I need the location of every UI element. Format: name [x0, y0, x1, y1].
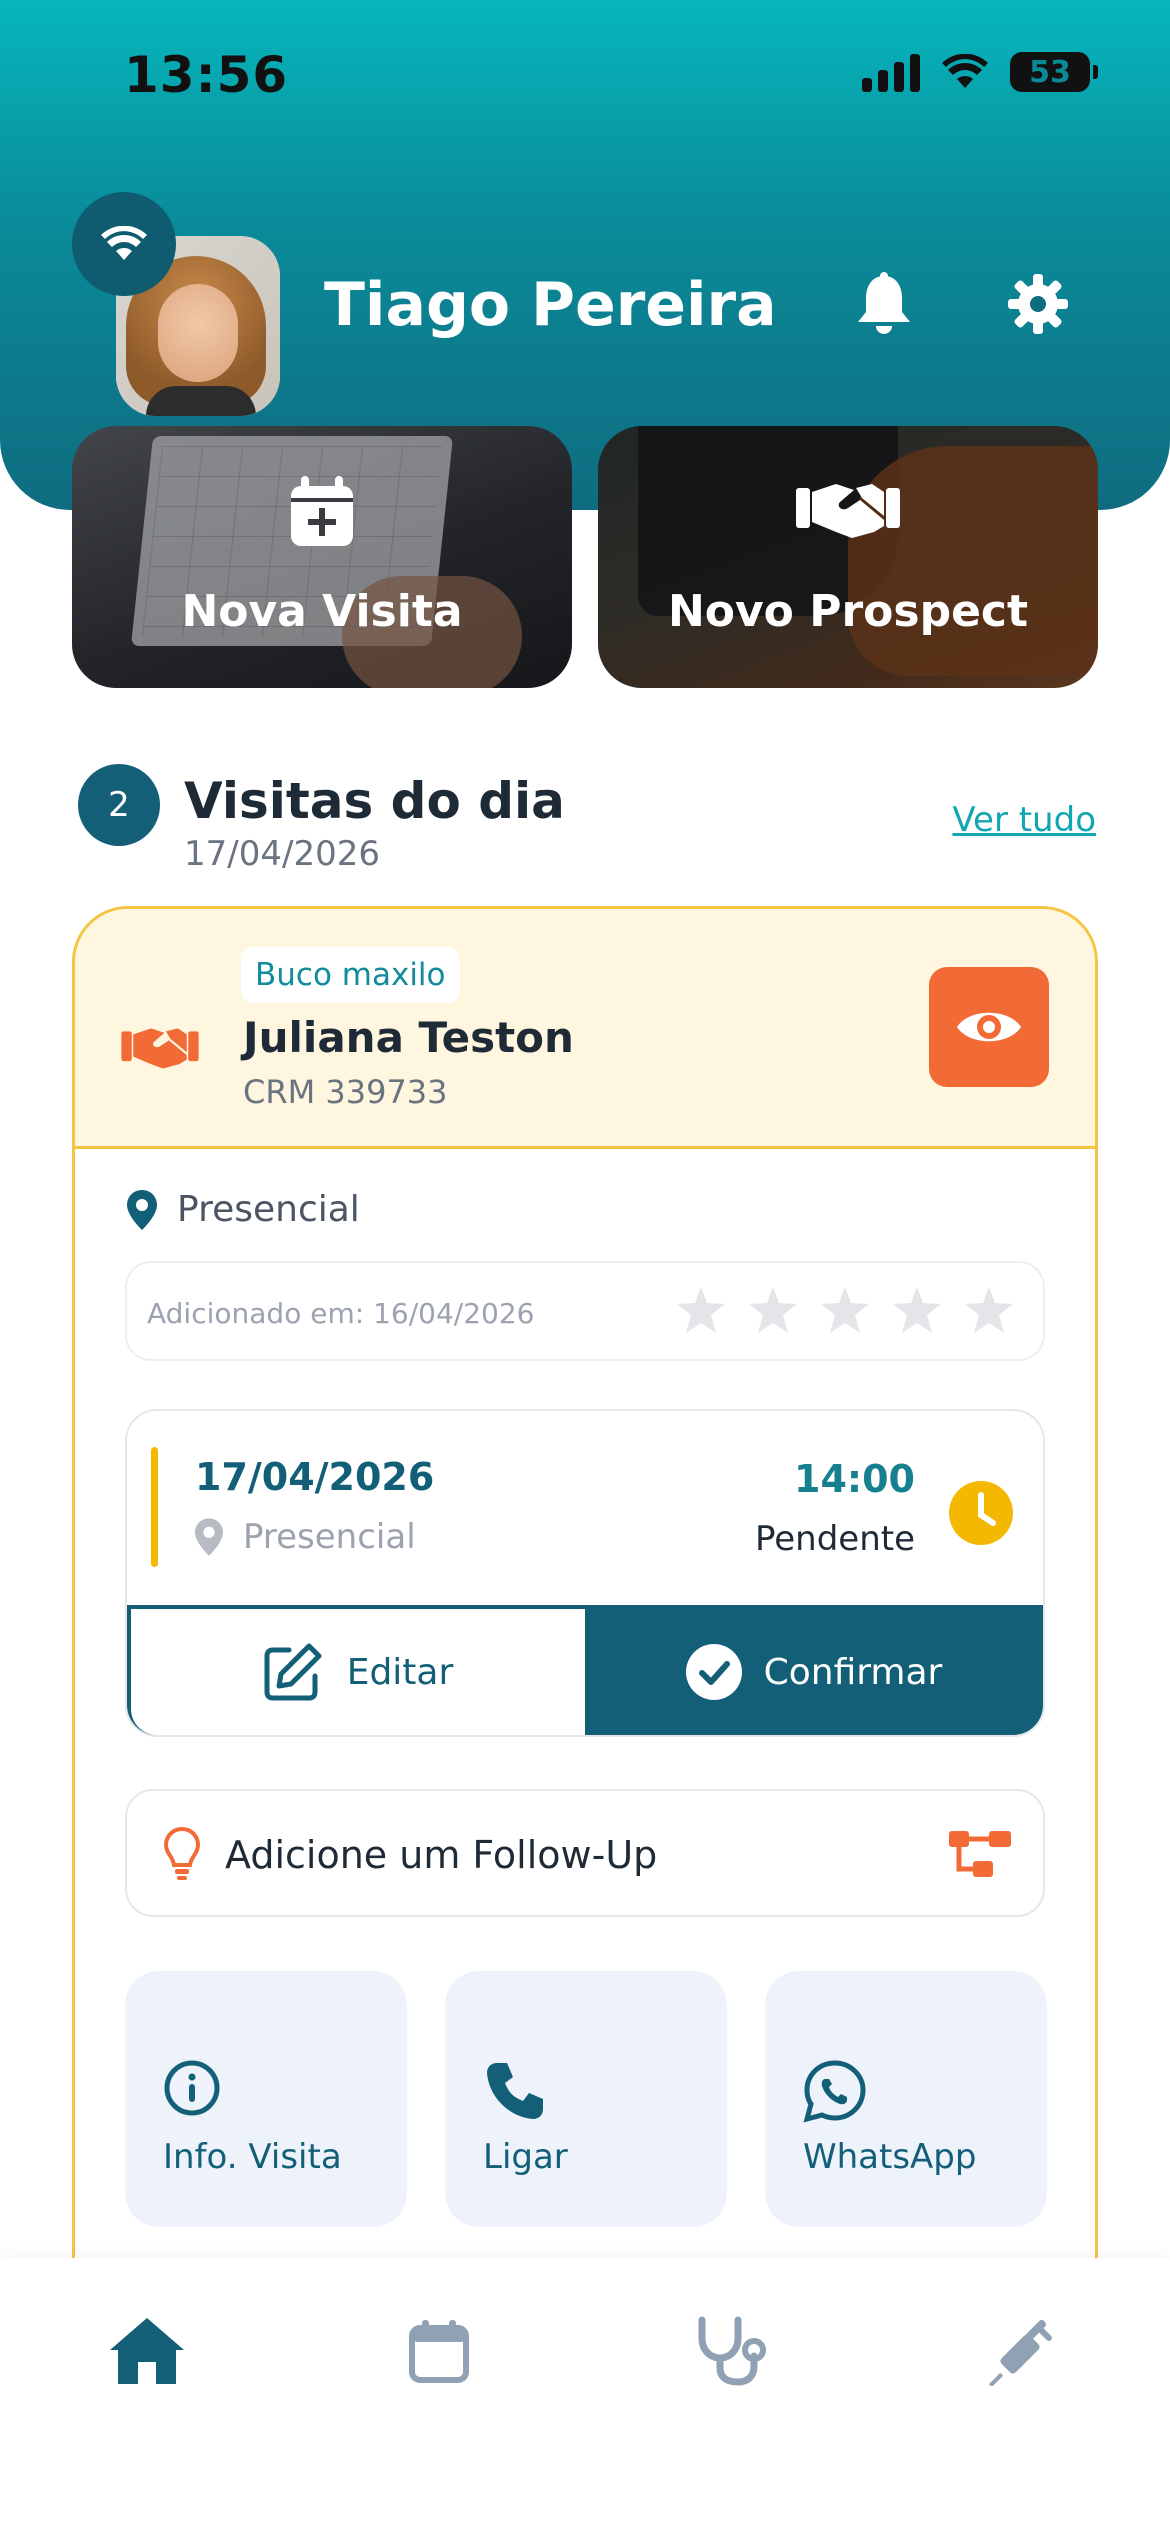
new-prospect-tile[interactable]: Novo Prospect — [598, 426, 1098, 688]
nav-home[interactable] — [102, 2306, 192, 2396]
signal-icon — [862, 52, 920, 92]
nav-products[interactable] — [978, 2306, 1068, 2396]
section-title: Visitas do dia — [184, 772, 565, 830]
rating-stars[interactable] — [675, 1285, 1015, 1335]
appointment-date: 17/04/2026 — [195, 1455, 435, 1499]
appointment-status: Pendente — [754, 1519, 915, 1559]
modality-row: Presencial — [127, 1189, 360, 1230]
call-button[interactable]: Ligar — [445, 1971, 727, 2227]
new-visit-tile[interactable]: Nova Visita — [72, 426, 572, 688]
whatsapp-icon — [803, 2060, 866, 2123]
wifi-icon — [72, 192, 176, 296]
whatsapp-label: WhatsApp — [803, 2137, 977, 2177]
clock-icon — [949, 1481, 1013, 1545]
nav-doctors[interactable] — [686, 2306, 776, 2396]
modality-text: Presencial — [177, 1189, 360, 1230]
appointment-time: 14:00 — [794, 1457, 915, 1501]
section-date: 17/04/2026 — [184, 834, 380, 874]
check-circle-icon — [685, 1644, 742, 1700]
view-details-button[interactable] — [929, 967, 1049, 1087]
info-icon — [164, 2060, 220, 2116]
call-label: Ligar — [483, 2137, 568, 2177]
home-icon — [110, 2318, 184, 2384]
edit-button[interactable]: Editar — [127, 1605, 585, 1735]
visits-count-badge: 2 — [78, 764, 160, 846]
calendar-plus-icon — [291, 476, 353, 546]
stethoscope-icon — [698, 2316, 766, 2386]
new-visit-label: Nova Visita — [181, 586, 463, 637]
appointment-location: Presencial — [195, 1517, 416, 1557]
specialty-chip: Buco maxilo — [241, 947, 460, 1003]
syringe-icon — [988, 2319, 1052, 2386]
bell-icon[interactable] — [854, 272, 914, 336]
add-followup-button[interactable]: Adicione um Follow-Up — [125, 1789, 1045, 1917]
star-icon[interactable] — [747, 1285, 799, 1335]
info-visit-button[interactable]: Info. Visita — [125, 1971, 407, 2227]
appointment-actions: Editar Confirmar — [127, 1605, 1043, 1735]
phone-icon — [487, 2063, 543, 2119]
location-pin-icon — [127, 1189, 157, 1230]
doctor-crm: CRM 339733 — [243, 1073, 448, 1111]
new-prospect-label: Novo Prospect — [667, 586, 1029, 637]
gear-icon[interactable] — [1006, 272, 1070, 336]
appointment-location-text: Presencial — [243, 1517, 416, 1557]
flow-tree-icon — [949, 1831, 1011, 1877]
added-info-box: Adicionado em: 16/04/2026 — [125, 1261, 1045, 1361]
location-pin-icon — [195, 1518, 223, 1556]
status-icons: 53 — [862, 52, 1098, 92]
confirm-label: Confirmar — [763, 1651, 943, 1693]
nav-calendar[interactable] — [394, 2306, 484, 2396]
status-time: 13:56 — [124, 46, 289, 104]
calendar-icon — [409, 2320, 469, 2383]
edit-icon — [264, 1643, 322, 1701]
star-icon[interactable] — [963, 1285, 1015, 1335]
star-icon[interactable] — [891, 1285, 943, 1335]
user-name: Tiago Pereira — [324, 270, 777, 340]
lightbulb-icon — [163, 1826, 201, 1880]
bottom-navigation — [0, 2258, 1170, 2532]
visit-card-header: Buco maxilo Juliana Teston CRM 339733 — [75, 909, 1095, 1149]
edit-label: Editar — [346, 1651, 454, 1693]
prospect-handshake-icon — [121, 1028, 199, 1069]
wifi-status-icon — [942, 54, 988, 88]
star-icon[interactable] — [675, 1285, 727, 1335]
confirm-button[interactable]: Confirmar — [585, 1605, 1043, 1735]
status-bar-indicator — [151, 1447, 158, 1567]
whatsapp-button[interactable]: WhatsApp — [765, 1971, 1047, 2227]
added-date-text: Adicionado em: 16/04/2026 — [147, 1297, 535, 1330]
battery-icon: 53 — [1010, 52, 1098, 92]
eye-icon — [957, 1012, 1021, 1042]
appointment-card: 17/04/2026 Presencial 14:00 Pendente Edi… — [125, 1409, 1045, 1737]
star-icon[interactable] — [819, 1285, 871, 1335]
doctor-name: Juliana Teston — [243, 1013, 574, 1062]
handshake-icon — [796, 484, 900, 538]
info-visit-label: Info. Visita — [163, 2137, 342, 2177]
see-all-link[interactable]: Ver tudo — [952, 800, 1096, 840]
followup-label: Adicione um Follow-Up — [225, 1833, 658, 1877]
